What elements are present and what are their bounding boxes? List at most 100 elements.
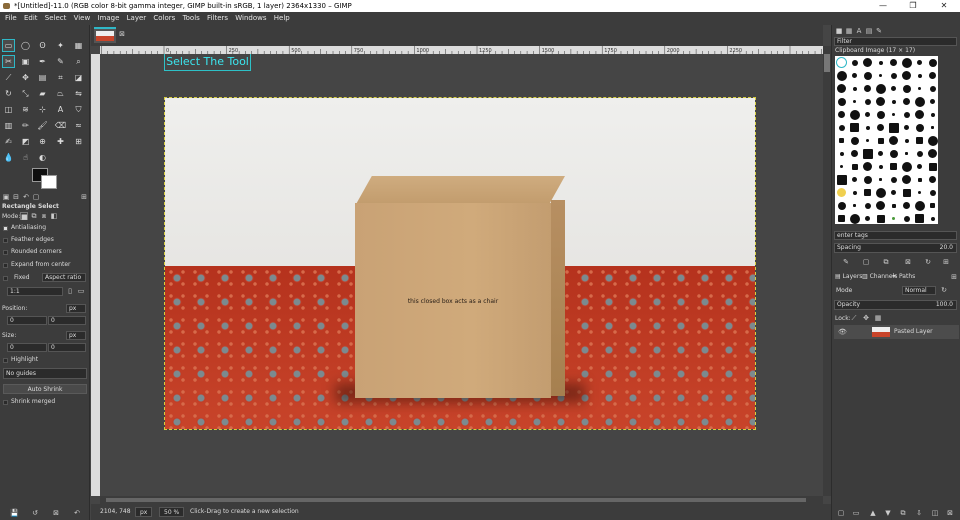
fixed-checkbox[interactable] [3, 276, 8, 281]
brush-swatch[interactable] [877, 124, 884, 131]
brush-swatch[interactable] [927, 135, 938, 146]
brush-swatch[interactable] [875, 83, 886, 94]
layer-visibility-eye-icon[interactable]: 👁 [838, 328, 847, 336]
brush-swatch[interactable] [852, 73, 857, 78]
brush-swatch[interactable] [878, 60, 883, 65]
select-by-color-tool-icon[interactable]: ▦ [72, 39, 85, 52]
brush-swatch[interactable] [839, 151, 844, 156]
shear-tool-icon[interactable]: ▰ [36, 87, 49, 100]
size-unit-select[interactable]: px [66, 331, 86, 340]
undo-history-tab-icon[interactable]: ↶ [22, 193, 30, 201]
flip-tool-icon[interactable]: ⇋ [72, 87, 85, 100]
brush-swatch[interactable] [837, 84, 846, 93]
scale-tool-icon[interactable]: ⤡ [19, 87, 32, 100]
brush-swatch[interactable] [851, 59, 858, 66]
images-tab-icon[interactable]: ▢ [32, 193, 40, 201]
tab-paths[interactable]: ✒ Paths [892, 273, 915, 280]
pencil-tool-icon[interactable]: ✏ [19, 119, 32, 132]
position-y-input[interactable]: 0 [48, 316, 86, 325]
spacing-slider[interactable]: Spacing 20.0 [834, 243, 957, 253]
rotate-tool-icon[interactable]: ↻ [2, 87, 15, 100]
brush-swatch[interactable] [837, 201, 846, 210]
brush-swatch[interactable] [877, 137, 884, 144]
heal-tool-icon[interactable]: ✚ [54, 135, 67, 148]
brush-swatch[interactable] [851, 150, 858, 157]
brush-swatch[interactable] [901, 57, 912, 68]
menu-windows[interactable]: Windows [235, 14, 266, 22]
brush-swatch[interactable] [902, 188, 911, 197]
menu-file[interactable]: File [5, 14, 17, 22]
mask-layer-icon[interactable]: ◫ [931, 509, 939, 517]
brush-swatch[interactable] [902, 84, 911, 93]
horizontal-scrollbar[interactable] [100, 496, 823, 504]
position-x-input[interactable]: 0 [7, 316, 47, 325]
document-history-tab-icon[interactable]: ▤ [865, 27, 873, 35]
brush-swatch[interactable] [863, 162, 872, 171]
eraser-tool-icon[interactable]: ⌫ [54, 119, 67, 132]
brush-swatch[interactable] [918, 87, 921, 90]
brush-swatch[interactable] [903, 215, 910, 222]
brush-swatch[interactable] [876, 214, 885, 223]
brush-swatch[interactable] [852, 190, 857, 195]
canvas-area[interactable]: Select The Tool this closed box acts as … [100, 54, 823, 496]
brush-swatch[interactable] [864, 85, 871, 92]
brush-swatch[interactable] [876, 201, 885, 210]
brush-swatch[interactable] [931, 126, 934, 129]
mode-add-icon[interactable]: ⧉ [30, 212, 38, 220]
brush-swatch[interactable] [838, 215, 845, 222]
auto-shrink-button[interactable]: Auto Shrink [3, 384, 87, 394]
brush-swatch[interactable] [914, 200, 925, 211]
brush-swatch[interactable] [878, 164, 883, 169]
feather-checkbox[interactable] [3, 238, 8, 243]
menu-tools[interactable]: Tools [183, 14, 200, 22]
image-tab[interactable] [94, 27, 116, 43]
gradient-tool-icon[interactable]: ▥ [2, 119, 15, 132]
landscape-icon[interactable]: ▭ [77, 287, 85, 295]
close-button[interactable]: ✕ [929, 0, 959, 12]
ink-tool-icon[interactable]: ✍ [2, 135, 15, 148]
expand-checkbox[interactable] [3, 263, 8, 268]
mode-intersect-icon[interactable]: ◧ [50, 212, 58, 220]
brush-swatch[interactable] [876, 110, 885, 119]
aspect-ratio-input[interactable]: 1:1 [7, 287, 63, 296]
portrait-icon[interactable]: ▯ [66, 287, 74, 295]
brush-swatch[interactable] [901, 161, 912, 172]
menu-layer[interactable]: Layer [127, 14, 147, 22]
zoom-select[interactable]: 50 % [159, 507, 185, 517]
brush-grid[interactable] [835, 56, 938, 224]
rect-select-tool-icon[interactable]: ▭ [2, 39, 15, 52]
fuzzy-select-tool-icon[interactable]: ✦ [54, 39, 67, 52]
paint-dynamics-tab-icon[interactable]: ✎ [875, 27, 883, 35]
lock-position-icon[interactable]: ✥ [862, 314, 870, 322]
layer-mode-select[interactable]: Normal [902, 286, 936, 295]
layer-mode-reset-icon[interactable]: ↻ [940, 286, 948, 294]
mode-replace-icon[interactable]: ■ [20, 212, 28, 221]
brush-swatch[interactable] [864, 189, 871, 196]
brush-swatch[interactable] [890, 176, 897, 183]
brush-swatch[interactable] [849, 109, 860, 120]
close-image-tab-icon[interactable]: ⊠ [118, 30, 126, 38]
size-h-input[interactable]: 0 [48, 343, 86, 352]
brush-swatch[interactable] [930, 99, 935, 104]
unified-transform-tool-icon[interactable]: ◪ [72, 71, 85, 84]
raise-layer-icon[interactable]: ▲ [869, 509, 877, 517]
smudge-tool-icon[interactable]: ☝ [19, 151, 32, 164]
blur-tool-icon[interactable]: 💧 [2, 151, 15, 164]
brush-swatch[interactable] [891, 86, 896, 91]
brush-swatch[interactable] [915, 214, 924, 223]
horizontal-scroll-thumb[interactable] [106, 498, 806, 502]
lock-alpha-icon[interactable]: ▦ [874, 314, 882, 322]
tool-options-tab-icon[interactable]: ▣ [2, 193, 10, 201]
brush-swatch[interactable] [917, 60, 922, 65]
perspective-tool-icon[interactable]: ⏢ [54, 87, 67, 100]
free-select-tool-icon[interactable]: ʘ [36, 39, 49, 52]
brush-swatch[interactable] [917, 164, 922, 169]
clone-tool-icon[interactable]: ⊕ [36, 135, 49, 148]
status-unit-select[interactable]: px [135, 507, 153, 517]
menu-edit[interactable]: Edit [24, 14, 38, 22]
background-color-swatch[interactable] [41, 175, 57, 189]
patterns-tab-icon[interactable]: ▦ [845, 27, 853, 35]
fixed-mode-select[interactable]: Aspect ratio [42, 273, 86, 282]
brush-swatch[interactable] [863, 175, 872, 184]
restore-options-icon[interactable]: ↺ [31, 509, 39, 517]
